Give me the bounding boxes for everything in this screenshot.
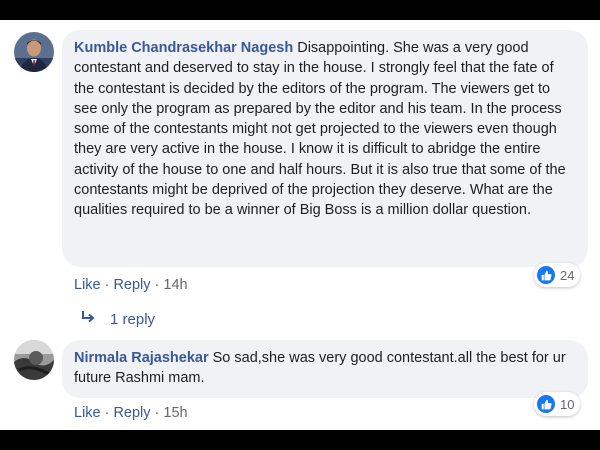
like-button[interactable]: Like bbox=[74, 277, 101, 293]
reaction-count: 10 bbox=[560, 396, 575, 412]
reaction-count-badge[interactable]: 10 bbox=[534, 392, 581, 416]
view-replies-link[interactable]: 1 reply bbox=[80, 310, 155, 328]
comment-text: Disappointing. She was a very good conte… bbox=[74, 40, 566, 219]
comment-timestamp[interactable]: 14h bbox=[163, 277, 187, 293]
separator: · bbox=[104, 277, 110, 293]
reply-count-label[interactable]: 1 reply bbox=[110, 311, 155, 328]
comment-thread: Kumble Chandrasekhar Nagesh Disappointin… bbox=[0, 20, 600, 430]
thumbs-up-icon bbox=[537, 266, 555, 284]
comment-actions: Like · Reply · 14h bbox=[74, 275, 188, 295]
separator: · bbox=[154, 277, 160, 293]
grayscale-photo-icon bbox=[14, 340, 54, 380]
comment-author[interactable]: Kumble Chandrasekhar Nagesh bbox=[74, 40, 293, 56]
reply-button[interactable]: Reply bbox=[113, 405, 150, 421]
reaction-count-badge[interactable]: 24 bbox=[534, 263, 581, 287]
man-in-suit-photo-icon bbox=[14, 32, 54, 72]
separator: · bbox=[154, 405, 160, 421]
separator: · bbox=[104, 405, 110, 421]
thumbs-up-icon bbox=[537, 395, 555, 413]
comment-bubble: Nirmala Rajashekar So sad,she was very g… bbox=[62, 340, 588, 398]
comment-author[interactable]: Nirmala Rajashekar bbox=[74, 350, 209, 366]
comment-timestamp[interactable]: 15h bbox=[163, 405, 187, 421]
reply-button[interactable]: Reply bbox=[113, 277, 150, 293]
like-button[interactable]: Like bbox=[74, 405, 101, 421]
reply-arrow-icon bbox=[80, 310, 96, 328]
commenter-avatar[interactable] bbox=[14, 32, 54, 72]
comment-actions: Like · Reply · 15h bbox=[74, 403, 188, 423]
commenter-avatar[interactable] bbox=[14, 340, 54, 380]
comment-bubble: Kumble Chandrasekhar Nagesh Disappointin… bbox=[62, 30, 588, 267]
reaction-count: 24 bbox=[560, 267, 575, 283]
